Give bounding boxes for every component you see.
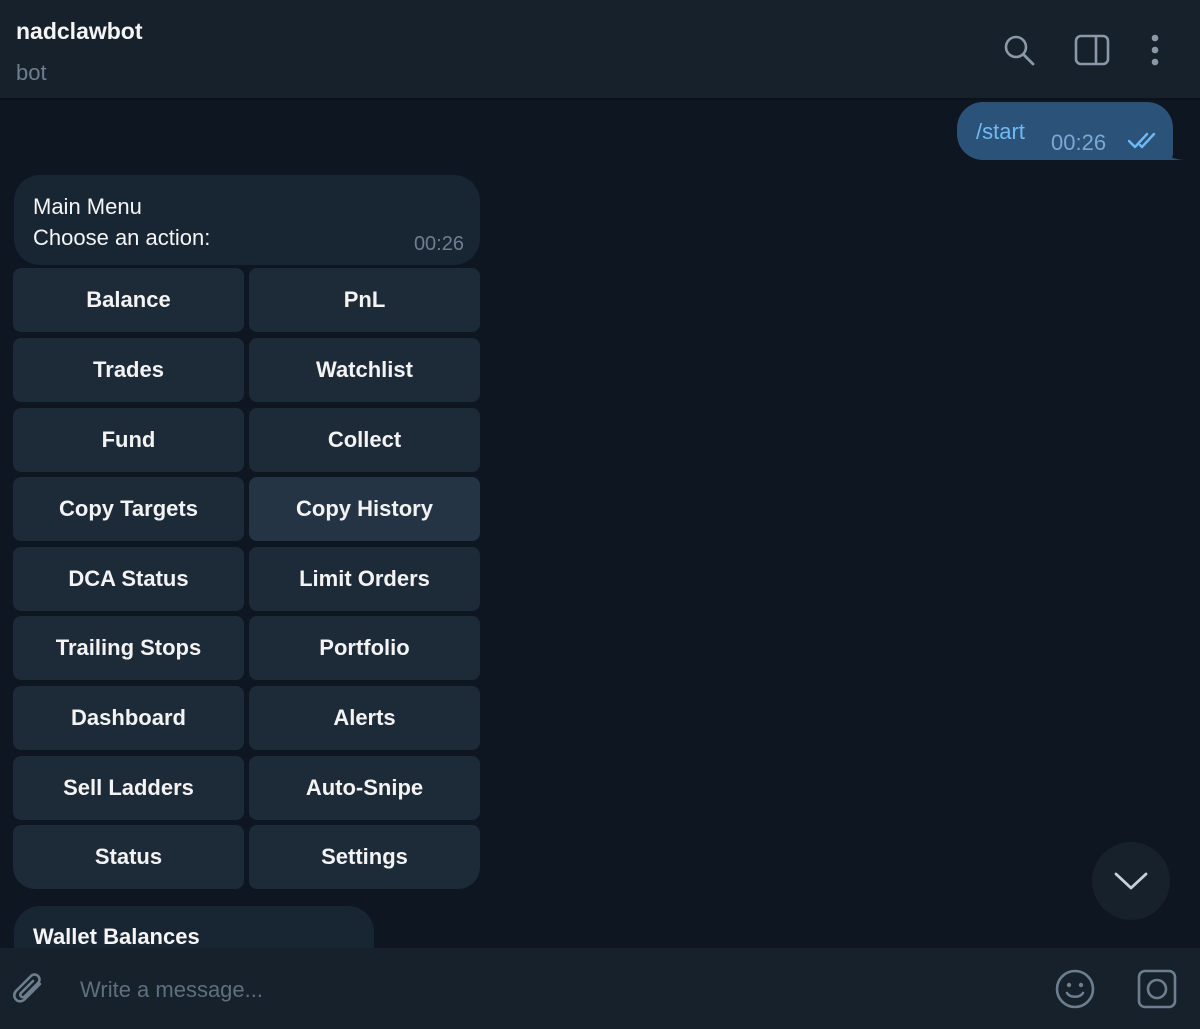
outgoing-bubble-tail bbox=[1160, 146, 1184, 160]
message-title: Wallet Balances bbox=[33, 924, 200, 948]
balance-button[interactable]: Balance bbox=[13, 268, 244, 332]
pnl-button[interactable]: PnL bbox=[249, 268, 480, 332]
alerts-button[interactable]: Alerts bbox=[249, 686, 480, 750]
outgoing-message-text[interactable]: /start bbox=[976, 119, 1025, 145]
fund-button[interactable]: Fund bbox=[13, 408, 244, 472]
chat-subtitle: bot bbox=[16, 60, 47, 85]
sidebar-toggle-icon[interactable] bbox=[1072, 30, 1112, 70]
sell-ladders-button[interactable]: Sell Ladders bbox=[13, 756, 244, 820]
outgoing-message[interactable]: /start 00:26 bbox=[957, 102, 1173, 160]
chat-header: nadclawbot bot bbox=[0, 0, 1200, 100]
status-button[interactable]: Status bbox=[13, 825, 244, 889]
dashboard-button[interactable]: Dashboard bbox=[13, 686, 244, 750]
chevron-down-icon bbox=[1114, 872, 1148, 890]
outgoing-message-time: 00:26 bbox=[1051, 130, 1107, 155]
paperclip-icon[interactable] bbox=[10, 970, 50, 1010]
trailing-stops-button[interactable]: Trailing Stops bbox=[13, 616, 244, 680]
double-check-icon bbox=[1128, 132, 1156, 149]
message-subtitle: Choose an action: bbox=[33, 225, 211, 250]
scroll-to-bottom-button[interactable] bbox=[1092, 842, 1170, 920]
dca-status-button[interactable]: DCA Status bbox=[13, 547, 244, 611]
more-vertical-icon[interactable] bbox=[1135, 30, 1175, 70]
camera-icon[interactable] bbox=[1136, 968, 1178, 1010]
copy-targets-button[interactable]: Copy Targets bbox=[13, 477, 244, 541]
message-title: Main Menu bbox=[33, 194, 142, 219]
message-input[interactable] bbox=[80, 970, 980, 1010]
search-icon[interactable] bbox=[999, 30, 1039, 70]
incoming-message-main-menu[interactable]: Main Menu Choose an action: 00:26 bbox=[14, 175, 480, 265]
message-time: 00:26 bbox=[413, 233, 464, 255]
message-composer bbox=[0, 948, 1200, 1029]
incoming-message-wallet-balances[interactable]: Wallet Balances bbox=[14, 906, 374, 948]
limit-orders-button[interactable]: Limit Orders bbox=[249, 547, 480, 611]
portfolio-button[interactable]: Portfolio bbox=[249, 616, 480, 680]
telegram-chat-window: nadclawbot bot /start 00:26 Main Menu Ch… bbox=[0, 0, 1200, 1029]
settings-button[interactable]: Settings bbox=[249, 825, 480, 889]
chat-title[interactable]: nadclawbot bbox=[16, 18, 143, 45]
copy-history-button[interactable]: Copy History bbox=[249, 477, 480, 541]
watchlist-button[interactable]: Watchlist bbox=[249, 338, 480, 402]
collect-button[interactable]: Collect bbox=[249, 408, 480, 472]
emoji-icon[interactable] bbox=[1054, 968, 1096, 1010]
message-list[interactable]: /start 00:26 Main Menu Choose an action:… bbox=[0, 100, 1200, 948]
trades-button[interactable]: Trades bbox=[13, 338, 244, 402]
auto-snipe-button[interactable]: Auto-Snipe bbox=[249, 756, 480, 820]
